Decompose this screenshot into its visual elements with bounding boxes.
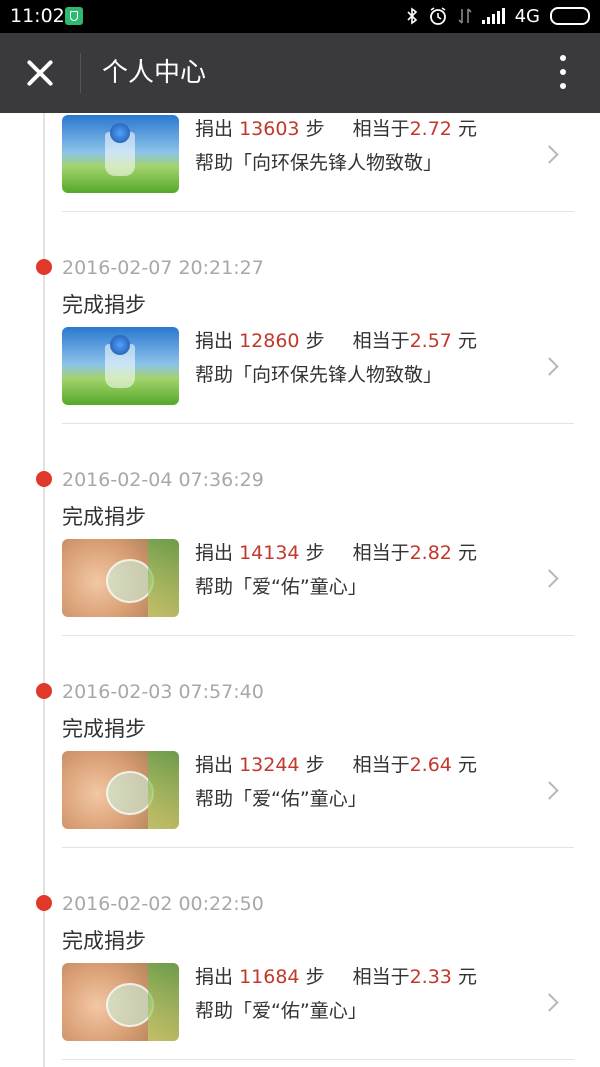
donation-timestamp: 2016-02-04 07:36:29 — [62, 469, 264, 491]
donation-steps-line: 捐出 14134 步相当于2.82 元 — [195, 542, 477, 564]
nav-bar: 个人中心 — [0, 33, 600, 113]
donation-status-title: 完成捐步 — [62, 293, 146, 317]
child-oxygen-mask-thumbnail — [62, 963, 179, 1041]
chevron-right-icon[interactable] — [540, 993, 559, 1012]
security-app-icon — [65, 7, 83, 25]
plant-globe-thumbnail — [62, 327, 179, 405]
bluetooth-icon — [407, 7, 417, 25]
donation-steps-line: 捐出 13244 步相当于2.64 元 — [195, 754, 477, 776]
chevron-right-icon[interactable] — [540, 781, 559, 800]
donation-status-title: 完成捐步 — [62, 717, 146, 741]
data-transfer-icon — [458, 8, 472, 24]
child-oxygen-mask-thumbnail — [62, 539, 179, 617]
donation-timestamp: 2016-02-07 20:21:27 — [62, 257, 264, 279]
chevron-right-icon[interactable] — [540, 145, 559, 164]
plant-globe-thumbnail — [62, 115, 179, 193]
donation-steps-line: 捐出 12860 步相当于2.57 元 — [195, 330, 477, 352]
close-icon[interactable] — [20, 53, 60, 93]
divider — [62, 635, 574, 636]
donation-status-title: 完成捐步 — [62, 929, 146, 953]
timeline-dot — [36, 895, 52, 911]
divider — [62, 423, 574, 424]
page-title: 个人中心 — [102, 58, 207, 88]
donation-project-line: 帮助「向环保先锋人物致敬」 — [195, 364, 443, 386]
more-options-icon[interactable] — [558, 55, 568, 91]
donation-timestamp: 2016-02-03 07:57:40 — [62, 681, 264, 703]
child-oxygen-mask-thumbnail — [62, 751, 179, 829]
donation-project-line: 帮助「爱“佑”童心」 — [195, 1000, 367, 1022]
donation-steps-line: 捐出 13603 步相当于2.72 元 — [195, 118, 477, 140]
donation-timestamp: 2016-02-02 00:22:50 — [62, 893, 264, 915]
network-type: 4G — [514, 5, 540, 27]
status-icons: 4G — [406, 5, 590, 27]
donation-project-line: 帮助「向环保先锋人物致敬」 — [195, 152, 443, 174]
donation-history-list[interactable]: 捐出 13603 步相当于2.72 元 帮助「向环保先锋人物致敬」 2016-0… — [0, 113, 600, 1067]
timeline-line — [43, 113, 45, 1067]
donation-status-title: 完成捐步 — [62, 505, 146, 529]
donation-project-line: 帮助「爱“佑”童心」 — [195, 576, 367, 598]
timeline-dot — [36, 259, 52, 275]
battery-icon — [550, 7, 590, 25]
divider — [62, 211, 574, 212]
divider — [62, 847, 574, 848]
chevron-right-icon[interactable] — [540, 569, 559, 588]
donation-steps-line: 捐出 11684 步相当于2.33 元 — [195, 966, 477, 988]
alarm-icon — [429, 7, 446, 25]
status-bar: 11:02 4G — [0, 0, 600, 33]
divider — [62, 1059, 574, 1060]
timeline-dot — [36, 471, 52, 487]
timeline-dot — [36, 683, 52, 699]
status-time: 11:02 — [10, 5, 65, 27]
donation-project-line: 帮助「爱“佑”童心」 — [195, 788, 367, 810]
signal-strength-icon — [481, 8, 505, 24]
nav-divider — [80, 53, 81, 93]
chevron-right-icon[interactable] — [540, 357, 559, 376]
